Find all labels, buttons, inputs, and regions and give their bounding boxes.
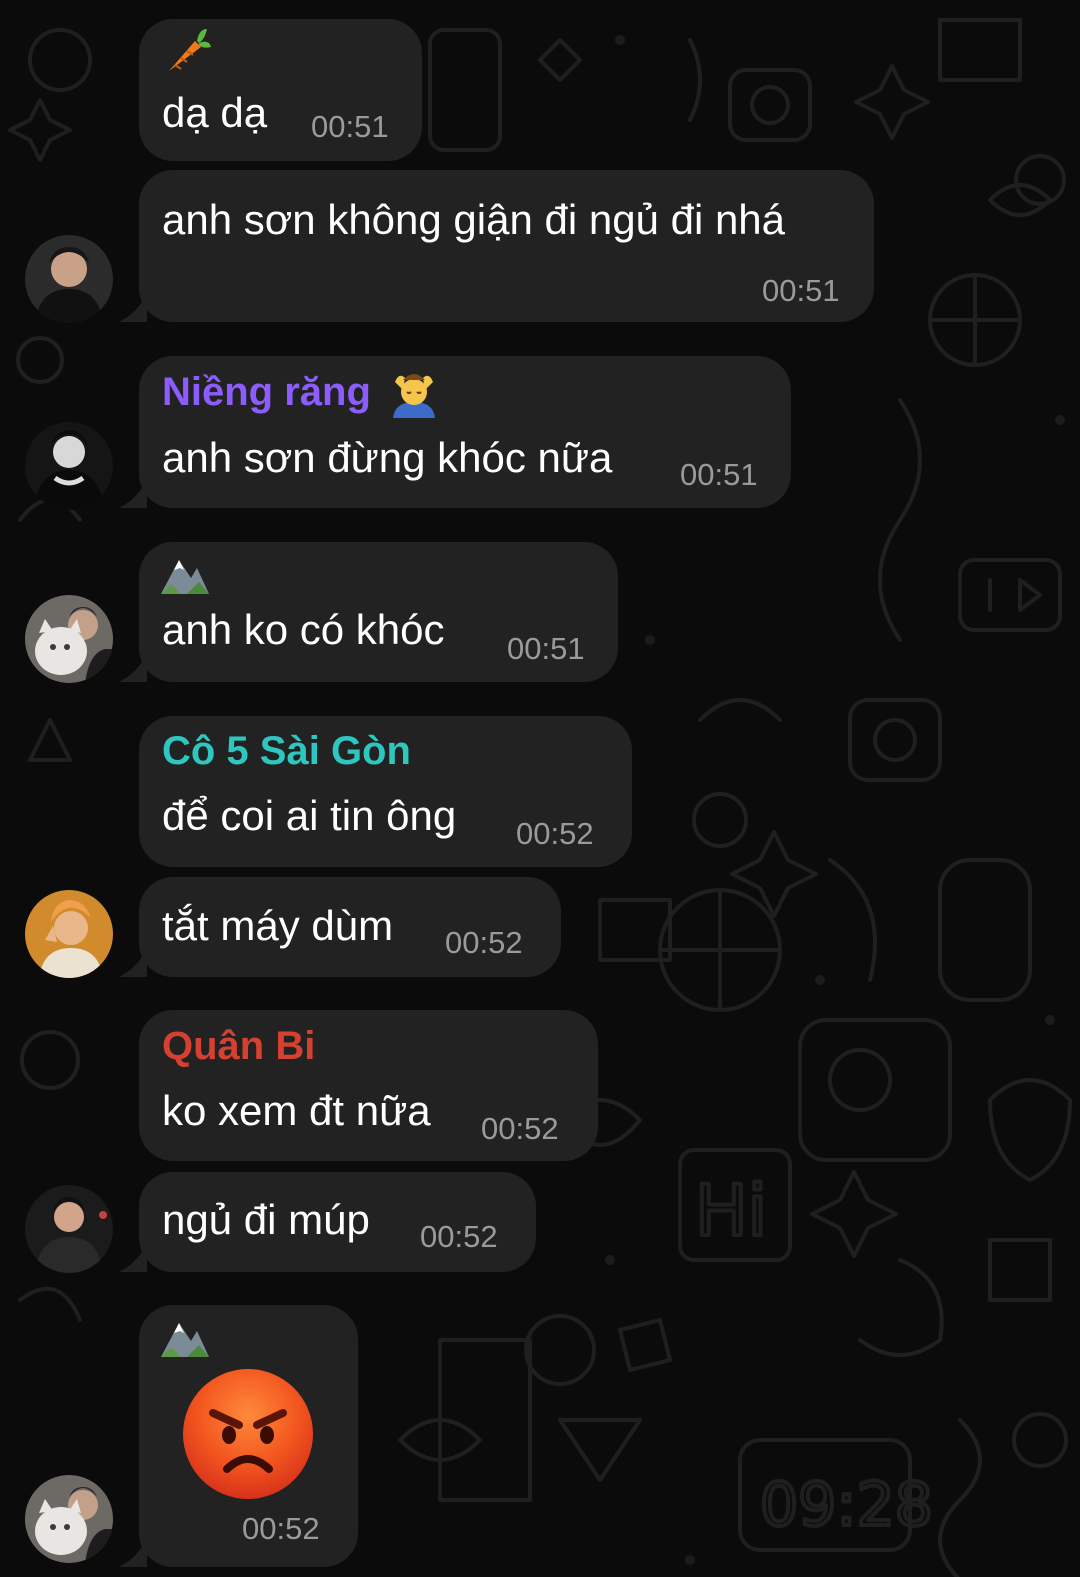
message-time: 00:52 (420, 1219, 498, 1254)
sender-name[interactable]: Quân Bi (162, 1024, 315, 1069)
message-bubble[interactable]: Cô 5 Sài Gòn để coi ai tin ông 00:52 (139, 716, 632, 867)
message-text: ko xem đt nữa (162, 1087, 431, 1134)
avatar[interactable] (25, 422, 113, 510)
message-text: anh sơn không giận đi ngủ đi nhá (162, 196, 786, 243)
sender-name[interactable]: Cô 5 Sài Gòn (162, 729, 411, 774)
message-bubble[interactable]: anh ko có khóc 00:51 (119, 542, 618, 682)
message-time: 00:51 (762, 273, 840, 308)
avatar[interactable] (25, 1185, 113, 1273)
message-bubble[interactable]: ngủ đi múp 00:52 (119, 1172, 536, 1272)
avatar[interactable] (25, 235, 113, 323)
message-bubble[interactable]: 00:52 (119, 1305, 358, 1567)
message-text: dạ dạ (162, 89, 268, 136)
massage-emoji-icon (393, 374, 435, 418)
message-time: 00:52 (516, 816, 594, 851)
message-time: 00:52 (242, 1511, 320, 1546)
message-text: anh ko có khóc (162, 606, 445, 653)
message-bubble[interactable]: tắt máy dùm 00:52 (119, 877, 561, 977)
message-time: 00:51 (311, 109, 389, 144)
message-text: anh sơn đừng khóc nữa (162, 434, 613, 481)
message-bubble[interactable]: Quân Bi ko xem đt nữa 00:52 (139, 1010, 598, 1161)
message-text: ngủ đi múp (162, 1196, 370, 1243)
sender-name[interactable]: Niềng răng (162, 370, 371, 415)
message-time: 00:52 (481, 1111, 559, 1146)
message-list[interactable]: dạ dạ 00:51 anh sơn không giận đi ngủ đi… (0, 0, 1080, 1577)
angry-face-emoji-icon (183, 1369, 313, 1499)
message-time: 00:52 (445, 925, 523, 960)
message-time: 00:51 (507, 631, 585, 666)
message-text: tắt máy dùm (162, 902, 394, 949)
message-bubble[interactable]: anh sơn không giận đi ngủ đi nhá 00:51 (119, 170, 874, 322)
avatar[interactable] (25, 1475, 113, 1563)
message-text: để coi ai tin ông (162, 792, 457, 839)
message-time: 00:51 (680, 457, 758, 492)
avatar[interactable] (25, 595, 113, 683)
mountain-icon (161, 1323, 209, 1357)
mountain-icon (161, 560, 209, 594)
carrot-icon (169, 29, 211, 71)
message-bubble[interactable]: dạ dạ 00:51 (139, 19, 422, 161)
avatar[interactable] (25, 890, 113, 978)
message-bubble[interactable]: Niềng răng anh sơn đừng khóc nữa 00:51 (119, 356, 791, 508)
